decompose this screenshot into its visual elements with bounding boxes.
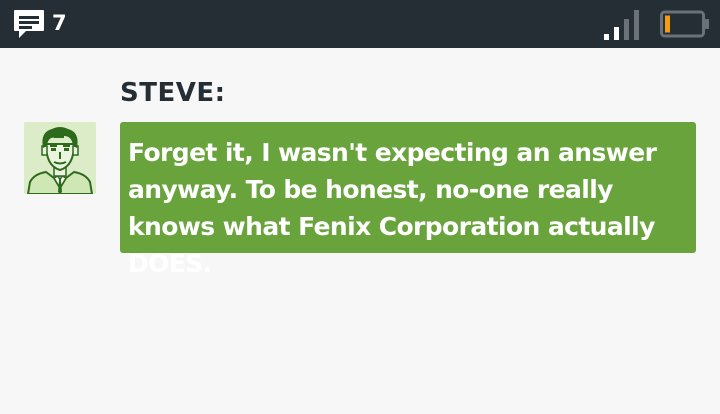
steve-portrait-icon xyxy=(24,122,96,194)
speech-bubble-icon[interactable] xyxy=(12,8,46,40)
signal-bar-1 xyxy=(604,34,609,40)
dialogue-bubble[interactable]: Forget it, I wasn't expecting an answer … xyxy=(120,122,696,278)
battery-icon xyxy=(660,10,709,38)
status-bar: 7 xyxy=(0,0,720,48)
signal-bars-icon xyxy=(604,10,639,40)
speaker-name: STEVE: xyxy=(120,78,226,108)
signal-bar-4 xyxy=(634,10,639,40)
dialogue-text: Forget it, I wasn't expecting an answer … xyxy=(128,138,657,278)
speaker-avatar xyxy=(24,122,96,194)
signal-bar-3 xyxy=(624,19,629,40)
message-count: 7 xyxy=(52,11,67,35)
signal-bar-2 xyxy=(614,27,619,40)
battery-fill xyxy=(665,15,670,33)
